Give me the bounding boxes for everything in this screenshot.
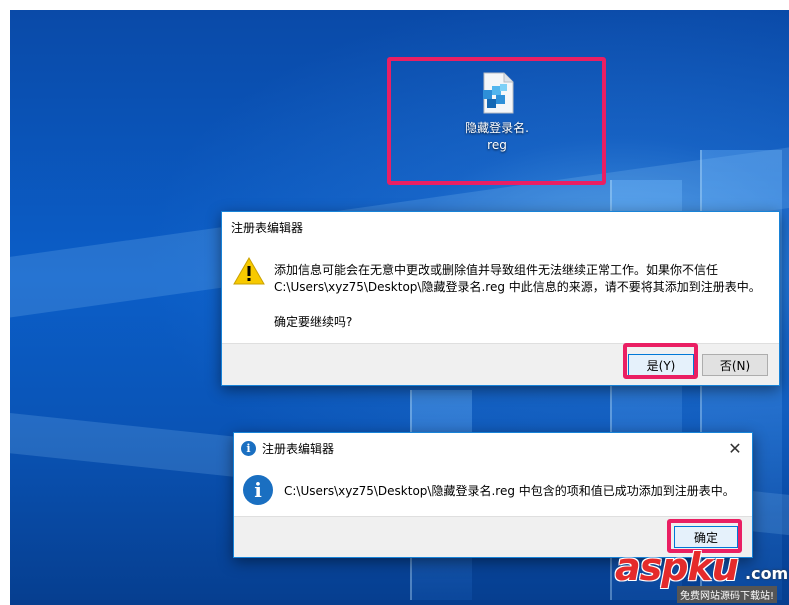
- info-icon: i: [243, 475, 273, 505]
- yes-button[interactable]: 是(Y): [628, 354, 694, 376]
- desktop-file-reg[interactable]: 隐藏登录名. reg: [454, 72, 540, 154]
- dialog-titlebar: 注册表编辑器: [222, 212, 779, 243]
- registry-file-icon: [480, 72, 514, 114]
- warning-icon: [233, 256, 265, 285]
- dialog-titlebar: i 注册表编辑器: [234, 433, 752, 464]
- warning-question: 确定要继续吗?: [274, 315, 353, 329]
- info-message: C:\Users\xyz75\Desktop\隐藏登录名.reg 中包含的项和值…: [284, 484, 735, 498]
- file-name-label: 隐藏登录名. reg: [465, 121, 529, 152]
- warning-dialog: 注册表编辑器 添加信息可能会在无意中更改或删除值并导致组件无法继续正常工作。如果…: [221, 211, 780, 386]
- watermark-suffix: .com: [745, 564, 789, 583]
- dialog-title: 注册表编辑器: [231, 221, 304, 235]
- info-small-icon: i: [241, 441, 256, 456]
- dialog-footer: 是(Y) 否(N): [222, 343, 779, 385]
- warning-message-line2: C:\Users\xyz75\Desktop\隐藏登录名.reg 中此信息的来源…: [274, 280, 761, 294]
- no-button[interactable]: 否(N): [702, 354, 768, 376]
- dialog-title: 注册表编辑器: [262, 442, 335, 456]
- watermark-tagline: 免费网站源码下载站!: [677, 586, 778, 603]
- warning-message-line1: 添加信息可能会在无意中更改或删除值并导致组件无法继续正常工作。如果你不信任: [274, 263, 719, 277]
- info-dialog: i 注册表编辑器 ✕ i C:\Users\xyz75\Desktop\隐藏登录…: [233, 432, 753, 558]
- close-icon[interactable]: ✕: [724, 438, 746, 458]
- site-watermark: aspku .com 免费网站源码下载站!: [615, 548, 789, 603]
